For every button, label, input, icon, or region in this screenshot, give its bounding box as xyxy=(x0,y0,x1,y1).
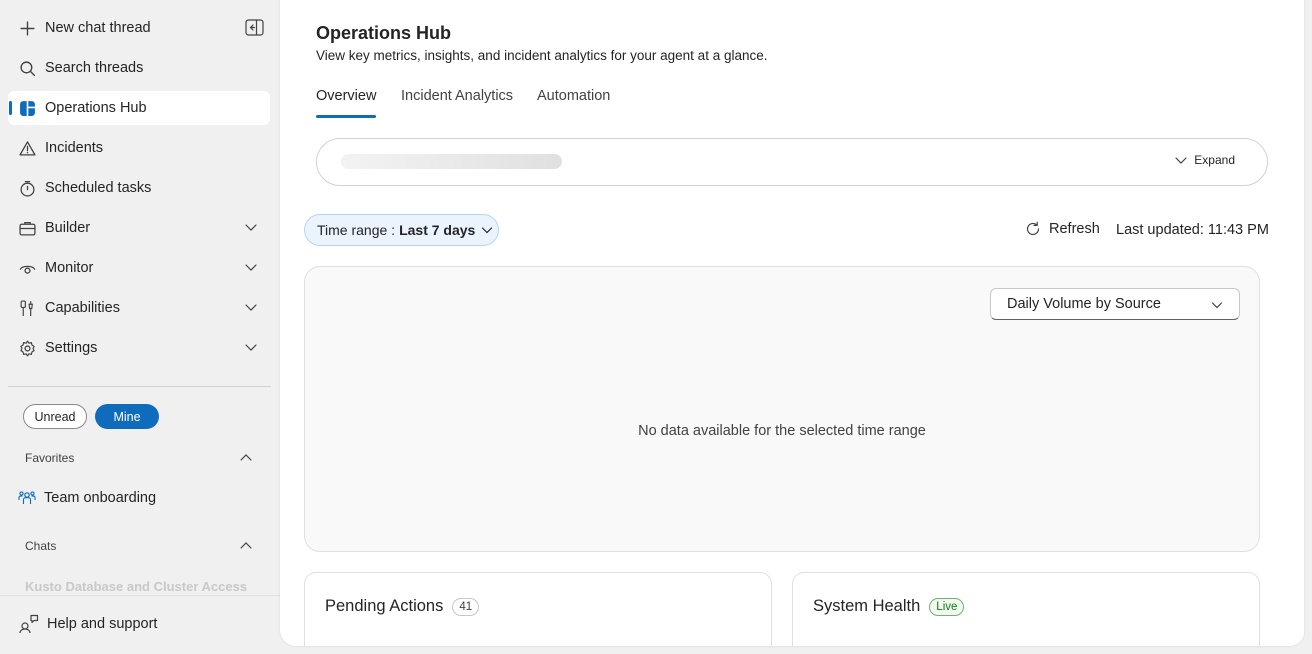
search-threads-button[interactable]: Search threads xyxy=(8,51,270,85)
filter-mine-button[interactable]: Mine xyxy=(95,404,159,429)
chats-section-label: Chats xyxy=(25,539,57,553)
eye-icon xyxy=(18,259,36,277)
help-and-support-button[interactable]: Help and support xyxy=(19,614,157,634)
refresh-label: Refresh xyxy=(1049,221,1100,237)
refresh-icon xyxy=(1026,221,1040,236)
sidebar-item-capabilities[interactable]: Capabilities xyxy=(8,291,270,325)
pending-actions-header: Pending Actions 41 xyxy=(325,597,480,616)
chevron-up-icon[interactable] xyxy=(239,539,253,553)
sidebar-item-label: Builder xyxy=(45,220,91,236)
system-health-header: System Health Live xyxy=(813,597,965,616)
help-person-icon xyxy=(19,614,39,634)
time-range-prefix: Time range : xyxy=(317,222,396,238)
chevron-down-icon xyxy=(482,227,493,234)
favorites-section-label: Favorites xyxy=(25,451,75,465)
live-badge: Live xyxy=(929,597,965,616)
collapse-sidebar-icon[interactable] xyxy=(245,19,264,36)
chevron-up-icon[interactable] xyxy=(239,451,253,465)
people-team-icon xyxy=(18,491,36,504)
sidebar-item-builder[interactable]: Builder xyxy=(8,211,270,245)
page-subtitle: View key metrics, insights, and incident… xyxy=(316,48,768,63)
sidebar-item-monitor[interactable]: Monitor xyxy=(8,251,270,285)
search-threads-label: Search threads xyxy=(45,60,144,76)
active-indicator xyxy=(9,101,12,115)
chart-card: Daily Volume by Source No data available… xyxy=(304,266,1260,552)
pending-actions-card: Pending Actions 41 xyxy=(304,572,772,646)
expand-label: Expand xyxy=(1194,153,1235,167)
tab-automation[interactable]: Automation xyxy=(537,88,610,104)
plus-icon xyxy=(18,19,36,37)
chevron-down-icon xyxy=(245,304,257,311)
dashboard-icon xyxy=(18,99,36,117)
wrench-icon xyxy=(18,299,36,317)
gear-icon xyxy=(18,339,36,357)
chart-type-select[interactable]: Daily Volume by Source xyxy=(990,288,1240,320)
active-tab-underline xyxy=(316,115,376,118)
expand-button[interactable]: Expand xyxy=(1174,153,1235,167)
search-icon xyxy=(18,59,36,77)
card-title: System Health xyxy=(813,597,921,615)
favorite-item-label: Team onboarding xyxy=(44,490,157,506)
chevron-down-icon xyxy=(245,224,257,231)
sidebar-item-label: Settings xyxy=(45,340,98,356)
chevron-down-icon xyxy=(1211,302,1223,309)
card-title: Pending Actions xyxy=(325,597,444,615)
sidebar-item-label: Incidents xyxy=(45,140,104,156)
timer-icon xyxy=(18,179,36,197)
count-badge: 41 xyxy=(452,597,480,616)
chat-item[interactable]: Kusto Database and Cluster Access xyxy=(25,579,275,594)
sidebar-item-label: Scheduled tasks xyxy=(45,180,152,196)
time-range-value: Last 7 days xyxy=(399,222,476,238)
chevron-down-icon xyxy=(1175,157,1187,164)
chevron-down-icon xyxy=(245,264,257,271)
help-label: Help and support xyxy=(47,616,158,632)
filter-unread-button[interactable]: Unread xyxy=(23,404,87,429)
summary-bar: Expand xyxy=(316,138,1268,186)
chart-select-value: Daily Volume by Source xyxy=(1007,296,1161,312)
sidebar-item-incidents[interactable]: Incidents xyxy=(8,131,270,165)
tab-incident-analytics[interactable]: Incident Analytics xyxy=(401,88,513,104)
sidebar-divider xyxy=(8,386,271,387)
sidebar-item-operations-hub[interactable]: Operations Hub xyxy=(8,91,270,125)
help-area: Help and support xyxy=(0,595,280,654)
chevron-down-icon xyxy=(245,344,257,351)
system-health-card: System Health Live xyxy=(792,572,1260,646)
new-chat-thread-button[interactable]: New chat thread xyxy=(8,11,270,45)
sidebar-item-label: Monitor xyxy=(45,260,94,276)
refresh-button[interactable]: Refresh xyxy=(1025,221,1100,237)
page-title: Operations Hub xyxy=(316,23,452,43)
loading-skeleton xyxy=(341,154,562,169)
sidebar-item-scheduled-tasks[interactable]: Scheduled tasks xyxy=(8,171,270,205)
tab-overview[interactable]: Overview xyxy=(316,88,376,104)
last-updated-text: Last updated: 11:43 PM xyxy=(1116,222,1269,238)
time-range-dropdown[interactable]: Time range : Last 7 days xyxy=(304,214,499,246)
sidebar-item-settings[interactable]: Settings xyxy=(8,331,270,365)
warning-icon xyxy=(18,139,36,157)
empty-state-message: No data available for the selected time … xyxy=(638,423,926,439)
favorite-item-team-onboarding[interactable]: Team onboarding xyxy=(18,489,156,507)
sidebar-item-label: Capabilities xyxy=(45,300,120,316)
new-chat-thread-label: New chat thread xyxy=(45,20,151,36)
sidebar-item-label: Operations Hub xyxy=(45,100,147,116)
main-panel: Operations Hub View key metrics, insight… xyxy=(280,0,1304,646)
toolbox-icon xyxy=(18,219,36,237)
sidebar: New chat thread Search threads Operation… xyxy=(0,0,280,654)
